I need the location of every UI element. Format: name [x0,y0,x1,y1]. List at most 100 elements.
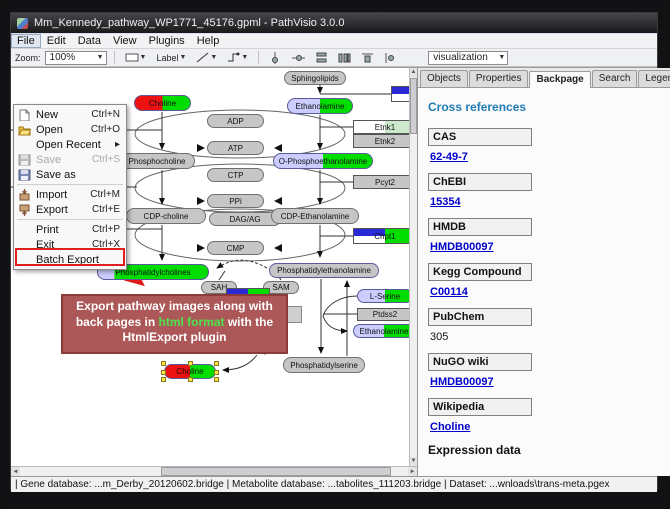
label-tool-button[interactable]: Label ▼ [153,51,189,65]
xref-section-nugo: NuGO wiki HMDB00097 [428,353,670,388]
xref-source-name: ChEBI [428,173,532,191]
connector-tool-button[interactable]: ▼ [224,50,251,65]
node-cdp-ethanolamine[interactable]: CDP-Ethanolamine [271,208,359,224]
status-bar: | Gene database: ...m_Derby_20120602.bri… [11,476,657,492]
xref-link[interactable]: 15354 [430,196,461,208]
node-ctp[interactable]: CTP [207,168,264,182]
batch-export-highlight-box [15,248,125,266]
xref-link[interactable]: HMDB00097 [430,241,494,253]
node-cmp[interactable]: CMP [207,241,264,255]
align-center-x-button[interactable] [266,50,285,66]
xref-link[interactable]: HMDB00097 [430,376,494,388]
selection-handle[interactable] [214,361,219,366]
gene-box-etnk1[interactable]: Etnk1 [353,120,409,134]
tab-objects[interactable]: Objects [420,70,468,87]
file-menu-save[interactable]: Save Ctrl+S [14,152,126,167]
vertical-scroll-thumb[interactable] [410,78,417,134]
stack-horizontal-button[interactable] [335,50,354,66]
line-icon [196,52,209,63]
status-text: | Gene database: ...m_Derby_20120602.bri… [15,479,609,490]
file-menu-open[interactable]: Open Ctrl+O [14,122,126,137]
xref-section-wikipedia: Wikipedia Choline [428,398,670,433]
xref-source-name: Wikipedia [428,398,532,416]
node-ethanolamine[interactable]: Ethanolamine [287,98,353,114]
file-menu-dropdown: New Ctrl+N Open Ctrl+O Open Recent ▸ Sav… [13,104,127,270]
node-choline-selected[interactable]: Choline [164,364,216,379]
node-phosphocholine[interactable]: Phosphocholine [119,153,195,169]
node-sphingolipids[interactable]: Sphingolipids [284,71,346,85]
chevron-down-icon: ▼ [494,54,505,61]
xref-source-name: Kegg Compound [428,263,532,281]
gene-box-chpt1[interactable]: Chpt1 [353,228,409,244]
menu-plugins[interactable]: Plugins [143,34,191,48]
node-phosphatidylserine[interactable]: Phosphatidylserine [283,357,365,373]
xref-link[interactable]: C00114 [430,286,468,298]
file-menu-export[interactable]: Export Ctrl+E [14,202,126,217]
horizontal-scroll-thumb[interactable] [161,467,391,476]
selection-handle[interactable] [214,370,219,375]
menu-help[interactable]: Help [191,34,226,48]
scroll-right-icon[interactable]: ► [408,467,417,476]
menu-file[interactable]: File [11,34,41,48]
datanode-tool-button[interactable]: ▼ [122,50,150,65]
vertical-scrollbar[interactable]: ▲ ▼ [409,68,417,466]
file-menu-batch-export[interactable]: Batch Export [14,252,126,267]
xref-link[interactable]: 62-49-7 [430,151,468,163]
align-left-button[interactable] [381,50,400,66]
align-left-icon [384,52,397,64]
scroll-up-icon[interactable]: ▲ [410,68,417,77]
gene-box-pcyt2[interactable]: Pcyt2 [353,175,409,189]
scroll-down-icon[interactable]: ▼ [410,457,417,466]
tab-legend[interactable]: Legend [638,70,670,87]
file-menu-print[interactable]: Print Ctrl+P [14,222,126,237]
menu-separator [17,184,123,185]
xref-link[interactable]: Choline [430,421,470,433]
node-l-serine[interactable]: L-Serine [357,289,409,303]
open-folder-icon [18,124,31,136]
visualization-combobox[interactable]: visualization▼ [428,51,508,65]
node-o-phosphoethanolamine[interactable]: O-Phosphoethanolamine [273,153,373,169]
menu-view[interactable]: View [107,34,143,48]
node-ppi[interactable]: PPi [207,194,264,208]
selection-handle[interactable] [188,377,193,382]
stack-vertical-button[interactable] [312,50,331,66]
file-menu-import[interactable]: Import Ctrl+M [14,187,126,202]
selection-handle[interactable] [161,361,166,366]
align-top-button[interactable] [358,50,377,66]
node-cdp-choline[interactable]: CDP-choline [126,208,206,224]
zoom-combobox[interactable]: 100%▼ [45,51,107,65]
toolbar: Zoom: 100%▼ ▼ Label ▼ ▼ ▼ visualization▼ [11,49,657,67]
horizontal-scrollbar[interactable]: ◄ ► [11,466,417,476]
menu-separator [17,219,123,220]
highlighted-text: html format [159,315,225,329]
chevron-down-icon: ▼ [241,54,248,61]
gene-box-etnk2[interactable]: Etnk2 [353,134,409,148]
file-menu-open-recent[interactable]: Open Recent ▸ [14,137,126,152]
node-choline[interactable]: Choline [134,95,191,111]
xref-source-name: CAS [428,128,532,146]
file-menu-save-as[interactable]: Save as [14,167,126,182]
node-atp[interactable]: ATP [207,141,264,155]
node-phosphatidylethanolamine[interactable]: Phosphatidylethanolamine [269,263,379,278]
selection-handle[interactable] [161,370,166,375]
connector-icon [227,52,240,63]
scroll-left-icon[interactable]: ◄ [11,467,20,476]
gene-box-ptdss2[interactable]: Ptdss2 [357,308,409,321]
align-center-y-button[interactable] [289,50,308,66]
tab-backpage[interactable]: Backpage [529,71,590,88]
gene-box-sgpl1[interactable]: Sgpl1 [391,86,409,102]
tab-properties[interactable]: Properties [469,70,529,87]
selection-handle[interactable] [214,377,219,382]
selection-handle[interactable] [161,377,166,382]
screenshot-frame: Mm_Kennedy_pathway_WP1771_45176.gpml - P… [0,0,670,509]
node-ethanolamine-bottom[interactable]: Ethanolamine [353,324,409,338]
node-adp[interactable]: ADP [207,114,264,128]
zoom-label: Zoom: [15,53,41,63]
tab-search[interactable]: Search [592,70,638,87]
expression-data-heading: Expression data [428,443,670,457]
file-menu-new[interactable]: New Ctrl+N [14,107,126,122]
line-tool-button[interactable]: ▼ [193,50,220,65]
selection-handle[interactable] [188,361,193,366]
menu-data[interactable]: Data [72,34,107,48]
menu-edit[interactable]: Edit [41,34,72,48]
